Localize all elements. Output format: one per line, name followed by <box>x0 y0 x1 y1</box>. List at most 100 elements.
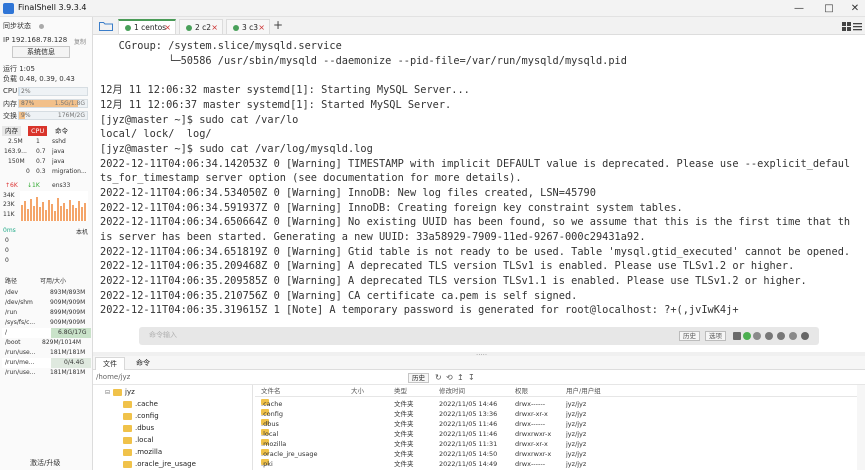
proc-tab-cpu[interactable]: CPU <box>28 126 48 136</box>
copy-ip-link[interactable]: 复制 <box>74 37 86 46</box>
terminal-line: 12月 11 12:06:32 master systemd[1]: Start… <box>100 84 470 96</box>
disk-row[interactable]: /run 899M/909M <box>2 308 91 318</box>
net-down-rate: ↓1K <box>27 182 40 189</box>
column-filename[interactable]: 文件名 <box>261 386 281 396</box>
terminal-line: CGroup: /system.slice/mysqld.service <box>100 40 342 52</box>
terminal[interactable]: CGroup: /system.slice/mysqld.service └─5… <box>93 35 865 352</box>
load-average: 负载 0.48, 0.39, 0.43 <box>3 75 75 83</box>
ping-scale: 0 <box>5 257 9 264</box>
swap-value: 9% <box>21 112 31 119</box>
command-options-button[interactable]: 选项 <box>705 331 726 341</box>
net-interface-select[interactable]: ens33 <box>52 182 70 189</box>
terminal-line: 2022-12-11T04:06:34.591937Z 0 [Warning] … <box>100 202 683 214</box>
tab-commands[interactable]: 命令 <box>129 357 157 370</box>
uptime: 运行 1:05 <box>3 65 35 73</box>
path-history-button[interactable]: 历史 <box>408 373 429 383</box>
proc-tab-cmd[interactable]: 命令 <box>52 126 71 136</box>
menu-icon[interactable] <box>853 22 862 31</box>
command-input-placeholder[interactable]: 命令输入 <box>149 330 177 340</box>
toggle-icon[interactable]: ⟲ <box>446 374 454 382</box>
current-path[interactable]: /home/jyz <box>96 373 130 381</box>
mem-meter: 87% 1.5G/1.8G <box>18 99 88 108</box>
tree-item[interactable]: .config <box>123 410 159 422</box>
upgrade-link[interactable]: 激活/升级 <box>30 458 60 468</box>
disk-row[interactable]: /sys/fs/c... 909M/909M <box>2 318 91 328</box>
refresh-icon[interactable]: ↻ <box>435 374 443 382</box>
column-permission[interactable]: 权限 <box>515 386 528 396</box>
tree-item[interactable]: .dbus <box>123 422 154 434</box>
tab-c2[interactable]: 2 c2 × <box>179 19 223 34</box>
command-input-bar[interactable]: 命令输入 历史 选项 <box>139 327 819 345</box>
proc-tab-mem[interactable]: 内存 <box>2 126 21 136</box>
column-owner[interactable]: 用户/用户组 <box>566 386 601 396</box>
disk-row[interactable]: /dev 893M/893M <box>2 288 91 298</box>
session-tab-bar: 1 centos × 2 c2 × 3 c3 × + <box>93 17 865 35</box>
column-mtime[interactable]: 修改时间 <box>439 386 465 396</box>
add-tab-icon[interactable]: + <box>273 18 283 32</box>
minimize-button[interactable]: — <box>784 1 814 16</box>
file-row[interactable]: .mozilla 文件夹 2022/11/05 11:31 drwxr-xr-x… <box>255 439 865 449</box>
tree-item[interactable]: .local <box>123 434 154 446</box>
close-tab-icon[interactable]: × <box>164 21 171 34</box>
ping-scale: 0 <box>5 237 9 244</box>
process-row[interactable]: 2.5M 1 sshd <box>2 137 91 146</box>
connected-dot-icon <box>186 25 192 31</box>
disk-row[interactable]: / 6.8G/17G <box>2 328 91 338</box>
terminal-line: is server has been started. Generating a… <box>100 231 646 243</box>
close-tab-icon[interactable]: × <box>211 20 218 35</box>
command-history-button[interactable]: 历史 <box>679 331 700 341</box>
cpu-value: 2% <box>21 88 31 95</box>
tab-centos[interactable]: 1 centos × <box>118 19 176 34</box>
process-row[interactable]: 0 0.3 migration... <box>2 167 91 176</box>
upload-icon[interactable]: ↥ <box>457 374 465 382</box>
terminal-line: 2022-12-11T04:06:35.319615Z 1 [Note] A t… <box>100 304 739 316</box>
terminal-line: local/ lock/ log/ <box>100 128 212 140</box>
clipboard-icon[interactable] <box>733 332 741 340</box>
status-green-icon[interactable] <box>743 332 751 340</box>
fullscreen-icon[interactable] <box>789 332 797 340</box>
tab-c3[interactable]: 3 c3 × <box>226 19 270 34</box>
file-list-scrollbar[interactable] <box>857 385 865 470</box>
terminal-line: ts_for_timestamp server option (see docu… <box>100 172 522 184</box>
file-row[interactable]: .dbus 文件夹 2022/11/05 11:46 drwx------ jy… <box>255 419 865 429</box>
file-row[interactable]: .cache 文件夹 2022/11/05 14:46 drwx------ j… <box>255 399 865 409</box>
terminal-line: 2022-12-11T04:06:34.534050Z 0 [Warning] … <box>100 187 596 199</box>
file-row[interactable]: .pki 文件夹 2022/11/05 14:49 drwx------ jyz… <box>255 459 865 469</box>
more-icon[interactable] <box>801 332 809 340</box>
search-icon[interactable] <box>753 332 761 340</box>
process-row[interactable]: 150M 0.7 java <box>2 157 91 166</box>
file-row[interactable]: .local 文件夹 2022/11/05 11:46 drwxrwxr-x j… <box>255 429 865 439</box>
grid-layout-icon[interactable] <box>842 22 851 31</box>
column-size[interactable]: 大小 <box>351 386 364 396</box>
download-icon[interactable]: ↧ <box>468 374 476 382</box>
gear-icon[interactable] <box>765 332 773 340</box>
terminal-line: └─50586 /usr/sbin/mysqld --daemonize --p… <box>100 55 627 67</box>
file-row[interactable]: .config 文件夹 2022/11/05 13:36 drwxr-xr-x … <box>255 409 865 419</box>
tree-item[interactable]: .oracle_jre_usage <box>123 458 196 470</box>
column-type[interactable]: 类型 <box>394 386 407 396</box>
settings-icon[interactable] <box>777 332 785 340</box>
process-row[interactable]: 163.9... 0.7 java <box>2 147 91 156</box>
disk-row[interactable]: /boot 829M/1014M <box>2 338 91 348</box>
disk-row[interactable]: /run/use... 181M/181M <box>2 348 91 358</box>
disk-row[interactable]: /run/me... 0/4.4G <box>2 358 91 368</box>
tree-item[interactable]: .mozilla <box>123 446 162 458</box>
system-info-button[interactable]: 系统信息 <box>12 46 70 58</box>
cpu-label: CPU <box>3 87 18 95</box>
file-row[interactable]: .oracle_jre_usage 文件夹 2022/11/05 14:50 d… <box>255 449 865 459</box>
swap-label: 交换 <box>3 112 17 120</box>
folder-icon[interactable] <box>99 21 113 31</box>
tab-files[interactable]: 文件 <box>95 357 125 370</box>
folder-icon <box>123 460 132 468</box>
disk-header: 路径 可用/大小 <box>5 278 67 285</box>
ping-target[interactable]: 本机 <box>76 227 88 236</box>
title-bar: FinalShell 3.9.3.4 — □ ✕ <box>0 0 865 17</box>
path-bar: /home/jyz 历史 ↻ ⟲ ↥ ↧ <box>93 371 865 385</box>
close-tab-icon[interactable]: × <box>258 20 265 35</box>
disk-row[interactable]: /dev/shm 909M/909M <box>2 298 91 308</box>
folder-icon <box>123 424 132 432</box>
disk-row[interactable]: /run/use... 181M/181M <box>2 368 91 378</box>
tree-item[interactable]: .cache <box>123 398 158 410</box>
close-window-button[interactable]: ✕ <box>840 1 865 16</box>
swap-meter: 9% 176M/2G <box>18 111 88 120</box>
